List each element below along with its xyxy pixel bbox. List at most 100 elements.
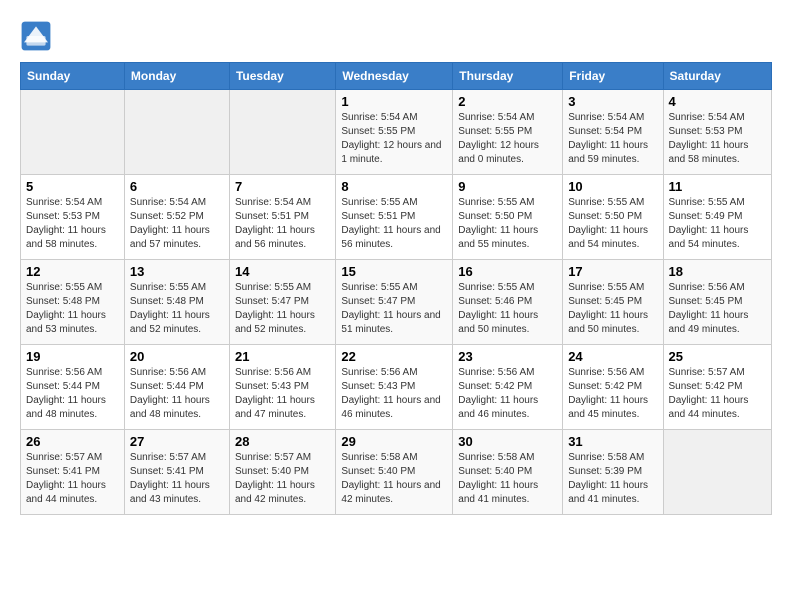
cell-content: Sunrise: 5:55 AMSunset: 5:50 PMDaylight:… — [458, 196, 557, 252]
cell-content: Sunrise: 5:56 AMSunset: 5:43 PMDaylight:… — [235, 366, 330, 422]
calendar-cell: 28Sunrise: 5:57 AMSunset: 5:40 PMDayligh… — [229, 430, 335, 515]
calendar-cell: 8 Sunrise: 5:55 AMSunset: 5:51 PMDaylight… — [336, 175, 453, 260]
day-number: 31 — [568, 434, 657, 449]
calendar-cell: 18Sunrise: 5:56 AMSunset: 5:45 PMDayligh… — [663, 260, 771, 345]
calendar-cell: 27 Sunrise: 5:57 AMSunset: 5:41 PMDayligh… — [124, 430, 229, 515]
cell-content: Sunrise: 5:56 AMSunset: 5:42 PMDaylight:… — [458, 366, 557, 422]
calendar-cell: 12 Sunrise: 5:55 AMSunset: 5:48 PMDayligh… — [21, 260, 125, 345]
column-header-wednesday: Wednesday — [336, 63, 453, 90]
calendar-cell: 25 Sunrise: 5:57 AMSunset: 5:42 PMDayligh… — [663, 345, 771, 430]
cell-content: Sunrise: 5:55 AMSunset: 5:45 PMDaylight:… — [568, 281, 657, 337]
logo — [20, 20, 56, 52]
day-number: 17 — [568, 264, 657, 279]
column-header-monday: Monday — [124, 63, 229, 90]
cell-content: Sunrise: 5:54 AMSunset: 5:52 PMDaylight:… — [130, 196, 224, 252]
cell-content: Sunrise: 5:54 AMSunset: 5:53 PMDaylight:… — [26, 196, 119, 252]
column-header-saturday: Saturday — [663, 63, 771, 90]
logo-icon — [20, 20, 52, 52]
day-number: 23 — [458, 349, 557, 364]
day-number: 20 — [130, 349, 224, 364]
calendar-cell: 22 Sunrise: 5:56 AMSunset: 5:43 PMDayligh… — [336, 345, 453, 430]
calendar-cell: 31 Sunrise: 5:58 AMSunset: 5:39 PMDayligh… — [563, 430, 663, 515]
cell-content: Sunrise: 5:55 AMSunset: 5:46 PMDaylight:… — [458, 281, 557, 337]
calendar-cell: 13 Sunrise: 5:55 AMSunset: 5:48 PMDayligh… — [124, 260, 229, 345]
calendar-cell — [124, 90, 229, 175]
calendar-table: SundayMondayTuesdayWednesdayThursdayFrid… — [20, 62, 772, 515]
cell-content: Sunrise: 5:57 AMSunset: 5:40 PMDaylight:… — [235, 451, 330, 507]
day-number: 15 — [341, 264, 447, 279]
cell-content: Sunrise: 5:56 AMSunset: 5:44 PMDaylight:… — [26, 366, 119, 422]
calendar-cell: 1Sunrise: 5:54 AMSunset: 5:55 PMDaylight… — [336, 90, 453, 175]
cell-content: Sunrise: 5:54 AMSunset: 5:55 PMDaylight:… — [341, 111, 447, 167]
cell-content: Sunrise: 5:56 AMSunset: 5:43 PMDaylight:… — [341, 366, 447, 422]
cell-content: Sunrise: 5:55 AMSunset: 5:51 PMDaylight:… — [341, 196, 447, 252]
calendar-cell: 19 Sunrise: 5:56 AMSunset: 5:44 PMDayligh… — [21, 345, 125, 430]
page-header — [20, 20, 772, 52]
calendar-cell: 21Sunrise: 5:56 AMSunset: 5:43 PMDayligh… — [229, 345, 335, 430]
cell-content: Sunrise: 5:55 AMSunset: 5:50 PMDaylight:… — [568, 196, 657, 252]
cell-content: Sunrise: 5:55 AMSunset: 5:49 PMDaylight:… — [669, 196, 766, 252]
cell-content: Sunrise: 5:57 AMSunset: 5:41 PMDaylight:… — [26, 451, 119, 507]
cell-content: Sunrise: 5:57 AMSunset: 5:42 PMDaylight:… — [669, 366, 766, 422]
day-number: 29 — [341, 434, 447, 449]
day-number: 8 — [341, 179, 447, 194]
day-number: 14 — [235, 264, 330, 279]
calendar-cell — [21, 90, 125, 175]
day-number: 11 — [669, 179, 766, 194]
calendar-cell: 15 Sunrise: 5:55 AMSunset: 5:47 PMDayligh… — [336, 260, 453, 345]
calendar-cell: 29 Sunrise: 5:58 AMSunset: 5:40 PMDayligh… — [336, 430, 453, 515]
day-number: 7 — [235, 179, 330, 194]
calendar-cell: 5 Sunrise: 5:54 AMSunset: 5:53 PMDaylight… — [21, 175, 125, 260]
day-number: 24 — [568, 349, 657, 364]
calendar-cell: 6 Sunrise: 5:54 AMSunset: 5:52 PMDaylight… — [124, 175, 229, 260]
cell-content: Sunrise: 5:54 AMSunset: 5:51 PMDaylight:… — [235, 196, 330, 252]
cell-content: Sunrise: 5:54 AMSunset: 5:55 PMDaylight:… — [458, 111, 557, 167]
calendar-cell: 11 Sunrise: 5:55 AMSunset: 5:49 PMDayligh… — [663, 175, 771, 260]
cell-content: Sunrise: 5:54 AMSunset: 5:54 PMDaylight:… — [568, 111, 657, 167]
column-header-thursday: Thursday — [453, 63, 563, 90]
cell-content: Sunrise: 5:57 AMSunset: 5:41 PMDaylight:… — [130, 451, 224, 507]
column-header-sunday: Sunday — [21, 63, 125, 90]
day-number: 5 — [26, 179, 119, 194]
day-number: 12 — [26, 264, 119, 279]
calendar-week-row: 1Sunrise: 5:54 AMSunset: 5:55 PMDaylight… — [21, 90, 772, 175]
calendar-cell: 16Sunrise: 5:55 AMSunset: 5:46 PMDayligh… — [453, 260, 563, 345]
calendar-cell: 17 Sunrise: 5:55 AMSunset: 5:45 PMDayligh… — [563, 260, 663, 345]
day-number: 10 — [568, 179, 657, 194]
calendar-cell: 9Sunrise: 5:55 AMSunset: 5:50 PMDaylight… — [453, 175, 563, 260]
day-number: 19 — [26, 349, 119, 364]
calendar-week-row: 12 Sunrise: 5:55 AMSunset: 5:48 PMDayligh… — [21, 260, 772, 345]
day-number: 3 — [568, 94, 657, 109]
calendar-cell: 4Sunrise: 5:54 AMSunset: 5:53 PMDaylight… — [663, 90, 771, 175]
cell-content: Sunrise: 5:55 AMSunset: 5:48 PMDaylight:… — [26, 281, 119, 337]
day-number: 6 — [130, 179, 224, 194]
calendar-week-row: 5 Sunrise: 5:54 AMSunset: 5:53 PMDaylight… — [21, 175, 772, 260]
cell-content: Sunrise: 5:58 AMSunset: 5:40 PMDaylight:… — [458, 451, 557, 507]
calendar-week-row: 26 Sunrise: 5:57 AMSunset: 5:41 PMDayligh… — [21, 430, 772, 515]
day-number: 27 — [130, 434, 224, 449]
calendar-header-row: SundayMondayTuesdayWednesdayThursdayFrid… — [21, 63, 772, 90]
calendar-week-row: 19 Sunrise: 5:56 AMSunset: 5:44 PMDayligh… — [21, 345, 772, 430]
cell-content: Sunrise: 5:56 AMSunset: 5:42 PMDaylight:… — [568, 366, 657, 422]
calendar-cell: 20 Sunrise: 5:56 AMSunset: 5:44 PMDayligh… — [124, 345, 229, 430]
day-number: 25 — [669, 349, 766, 364]
day-number: 22 — [341, 349, 447, 364]
calendar-cell: 10 Sunrise: 5:55 AMSunset: 5:50 PMDayligh… — [563, 175, 663, 260]
cell-content: Sunrise: 5:55 AMSunset: 5:48 PMDaylight:… — [130, 281, 224, 337]
day-number: 26 — [26, 434, 119, 449]
cell-content: Sunrise: 5:58 AMSunset: 5:40 PMDaylight:… — [341, 451, 447, 507]
cell-content: Sunrise: 5:58 AMSunset: 5:39 PMDaylight:… — [568, 451, 657, 507]
day-number: 30 — [458, 434, 557, 449]
calendar-cell: 30 Sunrise: 5:58 AMSunset: 5:40 PMDayligh… — [453, 430, 563, 515]
calendar-cell: 3 Sunrise: 5:54 AMSunset: 5:54 PMDaylight… — [563, 90, 663, 175]
day-number: 13 — [130, 264, 224, 279]
day-number: 2 — [458, 94, 557, 109]
calendar-cell: 14Sunrise: 5:55 AMSunset: 5:47 PMDayligh… — [229, 260, 335, 345]
column-header-tuesday: Tuesday — [229, 63, 335, 90]
calendar-cell: 7 Sunrise: 5:54 AMSunset: 5:51 PMDaylight… — [229, 175, 335, 260]
cell-content: Sunrise: 5:54 AMSunset: 5:53 PMDaylight:… — [669, 111, 766, 167]
cell-content: Sunrise: 5:56 AMSunset: 5:44 PMDaylight:… — [130, 366, 224, 422]
cell-content: Sunrise: 5:55 AMSunset: 5:47 PMDaylight:… — [341, 281, 447, 337]
calendar-cell — [663, 430, 771, 515]
calendar-cell — [229, 90, 335, 175]
